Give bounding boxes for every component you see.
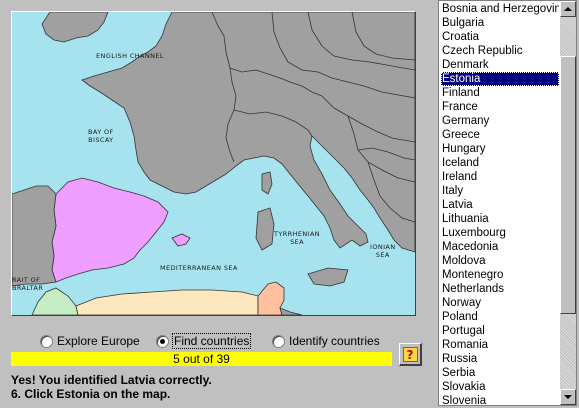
progress-bar: 5 out of 39	[11, 352, 392, 366]
country-list-item[interactable]: Germany	[441, 114, 559, 128]
scroll-up-button[interactable]	[560, 1, 576, 17]
mode-explore-europe[interactable]: Explore Europe	[40, 333, 140, 349]
country-list-item[interactable]: Romania	[441, 338, 559, 352]
country-items: Bosnia and Herzegovina Bulgaria Croatia Cze…	[441, 2, 559, 405]
scroll-thumb[interactable]	[560, 56, 576, 314]
country-list-item[interactable]: Iceland	[441, 156, 559, 170]
strait-of-gibraltar-label: rait of braltar	[12, 276, 44, 292]
country-list-item[interactable]: Luxembourg	[441, 226, 559, 240]
country-list-item[interactable]: Russia	[441, 352, 559, 366]
ionian-sea-label: Ionian Sea	[370, 243, 396, 259]
english-channel-label: English Channel	[96, 52, 164, 60]
country-list-item[interactable]: Italy	[441, 184, 559, 198]
country-list-item[interactable]: Macedonia	[441, 240, 559, 254]
mode-find-countries-label: Find countries	[171, 333, 252, 349]
feedback-text: Yes! You identified Latvia correctly.	[11, 373, 212, 387]
country-list-item[interactable]: Denmark	[441, 58, 559, 72]
country-list-item[interactable]: Serbia	[441, 366, 559, 380]
country-list-item[interactable]: Bosnia and Herzegovina	[441, 2, 559, 16]
list-scrollbar[interactable]	[560, 1, 576, 405]
mode-find-countries[interactable]: Find countries	[156, 333, 252, 349]
mode-identify-countries[interactable]: Identify countries	[272, 333, 380, 349]
country-list-item[interactable]: Finland	[441, 86, 559, 100]
sardinia-island[interactable]	[255, 207, 275, 251]
country-list-item[interactable]: Slovenia	[441, 394, 559, 405]
country-list-item[interactable]: France	[441, 100, 559, 114]
country-list-item[interactable]: Czech Republic	[441, 44, 559, 58]
country-list-item[interactable]: Norway	[441, 296, 559, 310]
country-list-item[interactable]: Moldova	[441, 254, 559, 268]
country-list-item[interactable]: Slovakia	[441, 380, 559, 394]
mediterranean-sea-label: Mediterranean Sea	[160, 264, 238, 272]
country-list-item[interactable]: Estonia	[441, 72, 559, 86]
country-list-item[interactable]: Hungary	[441, 142, 559, 156]
arrow-down-icon	[564, 395, 572, 399]
help-button[interactable]: ?	[399, 343, 422, 366]
mode-explore-europe-label: Explore Europe	[57, 334, 140, 348]
scroll-down-button[interactable]	[560, 389, 576, 405]
progress-text: 5 out of 39	[173, 352, 230, 366]
radio-explore-europe[interactable]	[40, 334, 53, 348]
country-listbox[interactable]: Bosnia and Herzegovina Bulgaria Croatia Cze…	[438, 0, 577, 406]
country-list-item[interactable]: Portugal	[441, 324, 559, 338]
country-list-item[interactable]: Lithuania	[441, 212, 559, 226]
country-list-item[interactable]: Ireland	[441, 170, 559, 184]
bay-of-biscay-label: Bay of Biscay	[88, 128, 114, 144]
country-list-item[interactable]: Latvia	[441, 198, 559, 212]
country-list-item[interactable]: Croatia	[441, 30, 559, 44]
portugal-land[interactable]	[12, 185, 57, 287]
country-list-item[interactable]: Bulgaria	[441, 16, 559, 30]
arrow-up-icon	[564, 7, 572, 11]
status-message: Yes! You identified Latvia correctly. 6.…	[11, 373, 212, 401]
tyrrhenian-sea-label: Tyrrhenian Sea	[274, 230, 321, 246]
radio-identify-countries[interactable]	[272, 334, 285, 348]
country-list-item[interactable]: Greece	[441, 128, 559, 142]
country-list-item[interactable]: Montenegro	[441, 268, 559, 282]
instruction-text: 6. Click Estonia on the map.	[11, 387, 171, 401]
europe-map[interactable]: English Channel Bay of Biscay Tyrrhenian…	[11, 11, 416, 316]
radio-find-countries[interactable]	[156, 334, 169, 348]
mode-identify-countries-label: Identify countries	[289, 334, 380, 348]
help-icon: ?	[402, 346, 418, 362]
country-list-item[interactable]: Poland	[441, 310, 559, 324]
country-list-item[interactable]: Netherlands	[441, 282, 559, 296]
